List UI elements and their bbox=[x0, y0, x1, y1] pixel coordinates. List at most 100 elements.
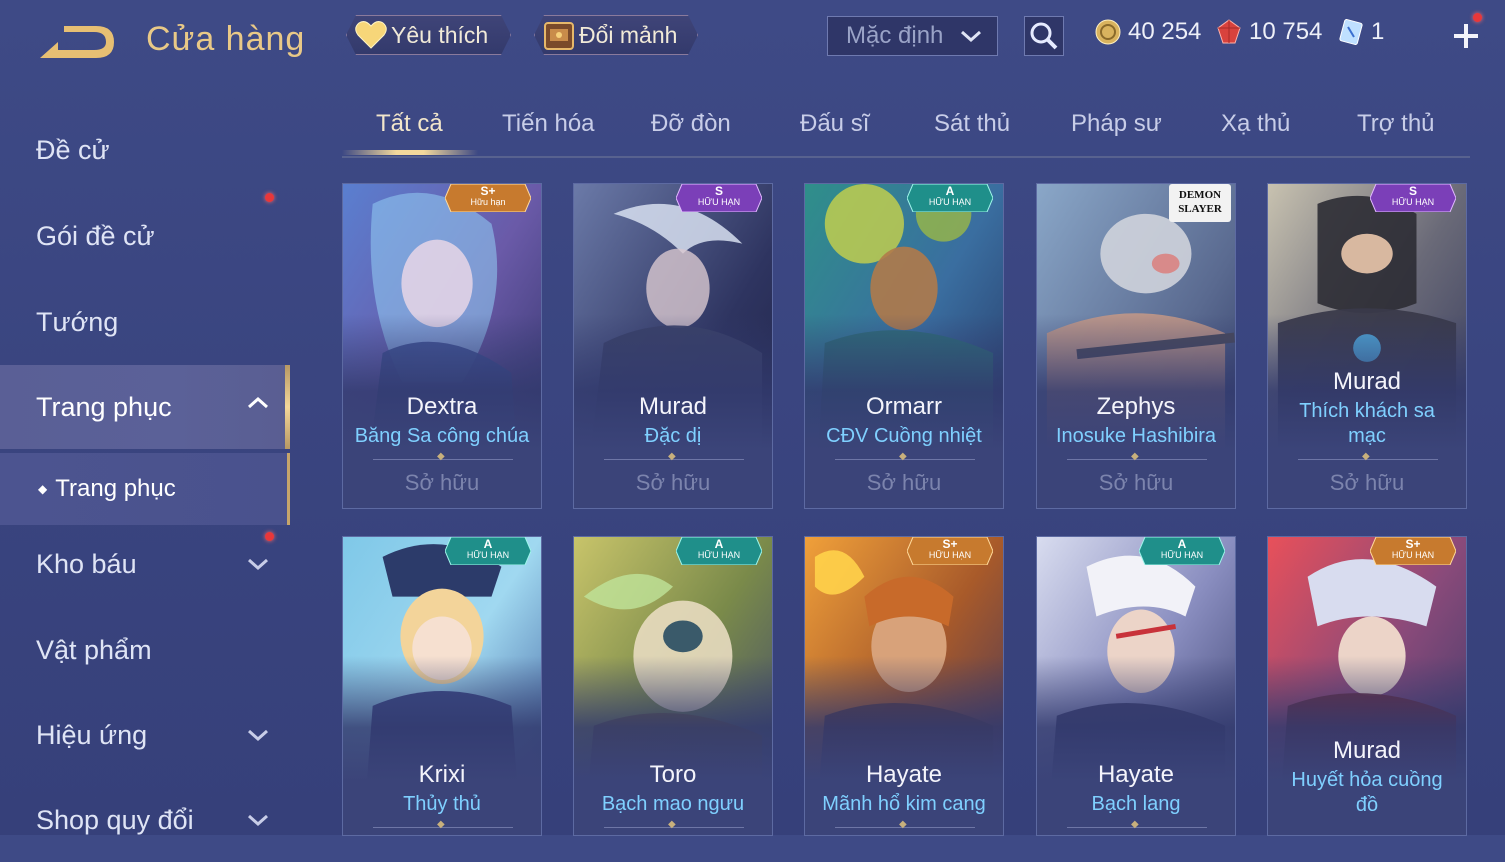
owned-status: Sở hữu bbox=[866, 470, 942, 495]
tier-badge: S HỮU HẠN bbox=[1369, 184, 1457, 213]
heart-icon bbox=[353, 18, 389, 52]
card-divider bbox=[1067, 819, 1207, 830]
tier-label: S+ bbox=[942, 537, 958, 551]
sidebar-item-bundles[interactable]: Gói đề cử bbox=[0, 193, 290, 278]
skin-card[interactable]: A HỮU HẠN Krixi Thủy thủ bbox=[342, 536, 542, 836]
skin-card[interactable]: A HỮU HẠN Hayate Bạch lang bbox=[1036, 536, 1236, 836]
active-tab-indicator bbox=[342, 150, 478, 155]
card-divider bbox=[604, 451, 744, 462]
skin-card[interactable]: S+ Hữu hạn Dextra Băng Sa công chúa Sở h… bbox=[342, 183, 542, 509]
sort-dropdown[interactable]: Mặc định bbox=[827, 16, 998, 56]
sidebar-subitem-skins[interactable]: ◆ Trang phục bbox=[0, 453, 290, 525]
tab-evolution[interactable]: Tiến hóa bbox=[502, 110, 595, 138]
skin-name: Đặc dị bbox=[644, 425, 702, 447]
back-arrow-icon[interactable] bbox=[34, 20, 118, 66]
favorites-label: Yêu thích bbox=[391, 21, 489, 48]
exchange-label: Đổi mảnh bbox=[579, 21, 678, 48]
tier-label: A bbox=[714, 537, 724, 551]
gold-coin-icon bbox=[1094, 18, 1122, 46]
plus-icon[interactable] bbox=[1446, 16, 1486, 56]
tab-tank[interactable]: Đỡ đòn bbox=[651, 110, 731, 138]
hero-name: Krixi bbox=[418, 761, 466, 788]
search-button[interactable] bbox=[1024, 16, 1064, 56]
sidebar-item-skins[interactable]: Trang phục bbox=[0, 365, 290, 449]
limited-label: Hữu hạn bbox=[470, 197, 506, 207]
hero-name: Toro bbox=[649, 761, 697, 788]
sidebar-item-label: Shop quy đổi bbox=[36, 804, 194, 835]
sidebar-item-label: Kho báu bbox=[36, 548, 137, 579]
limited-label: HỮU HẠN bbox=[1160, 550, 1204, 560]
hero-name: Murad bbox=[1332, 368, 1402, 395]
tab-fighter[interactable]: Đấu sĩ bbox=[800, 110, 869, 138]
chest-icon bbox=[541, 18, 577, 52]
tier-badge: S+ HỮU HẠN bbox=[906, 537, 994, 566]
gold-value: 40 254 bbox=[1128, 18, 1202, 45]
tab-marksman[interactable]: Xạ thủ bbox=[1221, 110, 1290, 138]
tier-label: S+ bbox=[1405, 537, 1421, 551]
tier-badge: S HỮU HẠN bbox=[675, 184, 763, 213]
notification-dot bbox=[265, 193, 274, 202]
skin-card[interactable]: S HỮU HẠN Murad Thích khách sa mạc Sở hữ… bbox=[1267, 183, 1467, 509]
tier-badge: A HỮU HẠN bbox=[1138, 537, 1226, 566]
page-title: Cửa hàng bbox=[146, 20, 306, 58]
ticket-value: 1 bbox=[1371, 18, 1385, 45]
blue-ticket-icon bbox=[1337, 18, 1365, 46]
notification-dot bbox=[265, 532, 274, 541]
sidebar-item-treasure[interactable]: Kho báu bbox=[0, 522, 290, 606]
voucher-value: 10 754 bbox=[1249, 18, 1323, 45]
sidebar-item-label: Trang phục bbox=[36, 391, 172, 422]
skin-card[interactable]: DEMON SLAYER Zephys Inosuke Hashibira Sở… bbox=[1036, 183, 1236, 509]
card-divider bbox=[604, 819, 744, 830]
tier-badge: S+ Hữu hạn bbox=[444, 184, 532, 213]
tier-badge: A HỮU HẠN bbox=[906, 184, 994, 213]
owned-status: Sở hữu bbox=[635, 470, 711, 495]
favorites-button[interactable]: Yêu thích bbox=[346, 15, 511, 55]
sidebar-item-label: Gói đề cử bbox=[36, 220, 155, 251]
skin-card[interactable]: S HỮU HẠN Murad Đặc dị Sở hữu bbox=[573, 183, 773, 509]
tier-label: A bbox=[483, 537, 493, 551]
skin-name: Bạch mao ngưu bbox=[601, 793, 745, 815]
tab-all[interactable]: Tất cả bbox=[376, 110, 443, 138]
owned-status: Sở hữu bbox=[1098, 470, 1174, 495]
diamond-bullet-icon: ◆ bbox=[38, 482, 48, 496]
skin-name: Inosuke Hashibira bbox=[1055, 425, 1217, 447]
limited-label: HỮU HẠN bbox=[928, 197, 972, 207]
tier-label: S bbox=[1408, 184, 1417, 198]
tier-badge: S+ HỮU HẠN bbox=[1369, 537, 1457, 566]
chevron-down-icon bbox=[248, 814, 268, 827]
sidebar-subitem-label: Trang phục bbox=[55, 475, 176, 502]
skin-card[interactable]: S+ HỮU HẠN Murad Huyết hỏa cuồng đồ bbox=[1267, 536, 1467, 836]
limited-label: HỮU HẠN bbox=[1391, 550, 1435, 560]
tab-support[interactable]: Trợ thủ bbox=[1357, 110, 1435, 138]
sidebar-item-recommended[interactable]: Đề cử bbox=[0, 108, 290, 192]
limited-label: HỮU HẠN bbox=[466, 550, 510, 560]
owned-status: Sở hữu bbox=[1329, 470, 1405, 495]
skin-name: CĐV Cuồng nhiệt bbox=[826, 425, 982, 447]
tier-badge: A HỮU HẠN bbox=[675, 537, 763, 566]
sidebar-item-effects[interactable]: Hiệu ứng bbox=[0, 693, 290, 777]
voucher-balance: 10 754 bbox=[1215, 18, 1322, 46]
skin-card[interactable]: A HỮU HẠN Ormarr CĐV Cuồng nhiệt Sở hữu bbox=[804, 183, 1004, 509]
red-gem-icon bbox=[1215, 18, 1243, 46]
skin-name: Thích khách sa mạc bbox=[1299, 400, 1435, 447]
hero-name: Dextra bbox=[406, 393, 478, 420]
demon-slayer-logo: DEMON SLAYER bbox=[1169, 184, 1231, 222]
sidebar-item-heroes[interactable]: Tướng bbox=[0, 280, 290, 364]
skin-card[interactable]: A HỮU HẠN Toro Bạch mao ngưu bbox=[573, 536, 773, 836]
tier-label: A bbox=[1177, 537, 1187, 551]
skin-card[interactable]: S+ HỮU HẠN Hayate Mãnh hổ kim cang bbox=[804, 536, 1004, 836]
tab-assassin[interactable]: Sát thủ bbox=[934, 110, 1010, 138]
gold-balance: 40 254 bbox=[1094, 18, 1201, 46]
skin-name: Huyết hỏa cuồng đồ bbox=[1291, 769, 1443, 816]
tier-label: S+ bbox=[480, 184, 496, 198]
sidebar-item-exchange-shop[interactable]: Shop quy đổi bbox=[0, 778, 290, 862]
tier-label: A bbox=[945, 184, 955, 198]
skin-name: Thủy thủ bbox=[403, 793, 481, 815]
hero-name: Hayate bbox=[1097, 761, 1175, 788]
chevron-down-icon bbox=[248, 558, 268, 571]
sidebar-item-items[interactable]: Vật phẩm bbox=[0, 608, 290, 692]
tab-mage[interactable]: Pháp sư bbox=[1071, 110, 1162, 138]
notification-dot bbox=[1473, 13, 1482, 22]
exchange-fragments-button[interactable]: Đổi mảnh bbox=[534, 15, 698, 55]
owned-status: Sở hữu bbox=[404, 470, 480, 495]
